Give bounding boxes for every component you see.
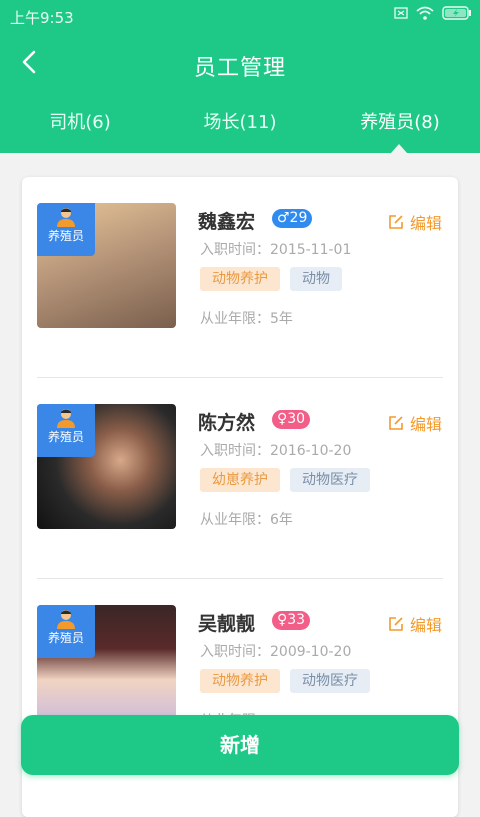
user-icon [57, 409, 75, 428]
role-label: 养殖员 [47, 430, 84, 444]
gender-age-badge: ♂29 [272, 209, 313, 228]
hire-date: 入职时间：2015-11-01 [200, 242, 352, 258]
skill-tag: 动物养护 [200, 669, 280, 693]
edit-button[interactable]: 编辑 [388, 210, 442, 234]
role-label: 养殖员 [47, 631, 84, 645]
page-title: 员工管理 [193, 56, 286, 81]
add-employee-button[interactable]: 新增 [21, 715, 459, 775]
status-time: 上午9:53 [10, 9, 74, 27]
status-bar: 上午9:53 [0, 0, 480, 32]
skill-tags: 幼崽养护 动物医疗 [200, 468, 370, 492]
skill-tag: 动物医疗 [290, 669, 370, 693]
status-icons [394, 6, 472, 20]
skill-tags: 动物养护 动物医疗 [200, 669, 370, 693]
work-years: 从业年限：6年 [200, 512, 293, 528]
user-icon [57, 208, 75, 227]
role-tag: 养殖员 [37, 404, 95, 457]
active-tab-indicator [391, 144, 407, 153]
user-icon [57, 610, 75, 629]
employee-name: 吴靓靓 [198, 613, 256, 635]
employee-row[interactable]: 养殖员 陈方然 ♀30 编辑 入职时间：2016-10-20 幼崽养护 动物医疗… [22, 378, 458, 579]
edit-icon [389, 215, 403, 229]
battery-icon [442, 6, 471, 20]
edit-icon [389, 416, 403, 430]
app-header: 员工管理 司机(6) 场长(11) 养殖员(8) [0, 32, 480, 153]
gender-age-badge: ♀33 [272, 611, 311, 630]
role-label: 养殖员 [47, 229, 84, 243]
employee-name: 魏鑫宏 [198, 211, 256, 233]
tab-manager[interactable]: 场长(11) [160, 108, 320, 134]
employee-row[interactable]: 养殖员 魏鑫宏 ♂29 编辑 入职时间：2015-11-01 动物养护 动物 从… [22, 177, 458, 378]
tab-breeder[interactable]: 养殖员(8) [320, 108, 480, 134]
edit-label: 编辑 [409, 415, 442, 434]
tab-bar: 司机(6) 场长(11) 养殖员(8) [0, 108, 480, 134]
edit-button[interactable]: 编辑 [388, 612, 442, 636]
sim-icon [394, 7, 408, 19]
edit-label: 编辑 [409, 616, 442, 635]
edit-button[interactable]: 编辑 [388, 411, 442, 435]
tab-driver[interactable]: 司机(6) [0, 108, 160, 134]
role-tag: 养殖员 [37, 605, 95, 658]
gender-age-badge: ♀30 [272, 410, 311, 429]
skill-tags: 动物养护 动物 [200, 267, 342, 291]
edit-label: 编辑 [409, 214, 442, 233]
hire-date: 入职时间：2009-10-20 [200, 644, 352, 660]
skill-tag: 动物医疗 [290, 468, 370, 492]
role-tag: 养殖员 [37, 203, 95, 256]
work-years: 从业年限：5年 [200, 311, 293, 327]
wifi-icon [416, 6, 434, 20]
employee-name: 陈方然 [198, 412, 256, 434]
skill-tag: 幼崽养护 [200, 468, 280, 492]
edit-icon [389, 617, 403, 631]
skill-tag: 动物 [290, 267, 342, 291]
hire-date: 入职时间：2016-10-20 [200, 443, 352, 459]
skill-tag: 动物养护 [200, 267, 280, 291]
